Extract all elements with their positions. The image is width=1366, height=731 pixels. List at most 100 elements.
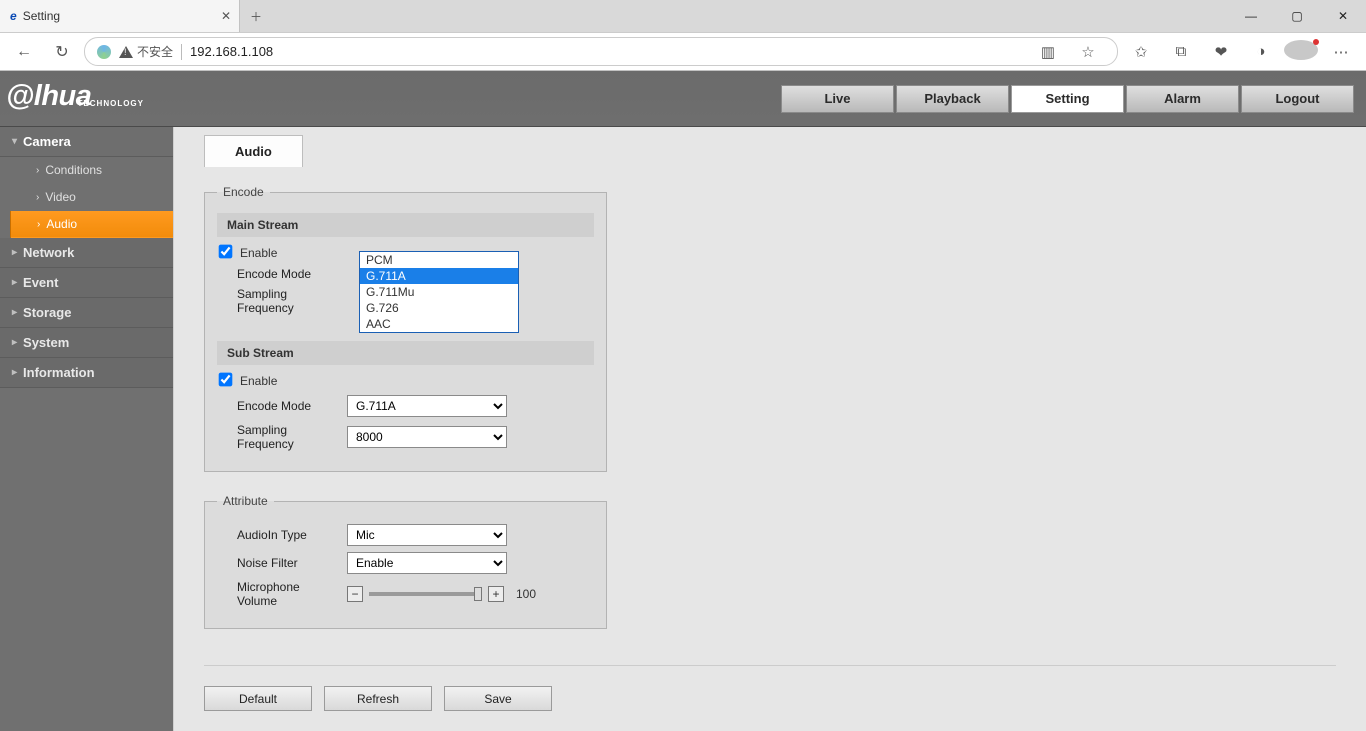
save-button[interactable]: Save (444, 686, 552, 711)
extensions-icon[interactable]: ◑ (1244, 43, 1278, 60)
chevron-down-icon: ▾ (12, 136, 17, 147)
content-area: Audio Encode Main Stream Enable Encode M… (173, 127, 1366, 731)
sidebar-group-information[interactable]: ▸ Information (0, 358, 173, 388)
new-tab-button[interactable]: ＋ (240, 0, 272, 32)
audio-settings: Encode Main Stream Enable Encode Mode PC… (174, 167, 1366, 661)
page-tab-audio[interactable]: Audio (204, 135, 303, 167)
page-tabs: Audio (174, 127, 1366, 167)
window-close[interactable]: ✕ (1320, 0, 1366, 32)
sidebar-label: System (23, 335, 69, 350)
sidebar-item-conditions[interactable]: › Conditions (10, 157, 173, 184)
brand-logo: @lhuaTECHNOLOGY (6, 80, 146, 118)
chevron-right-icon: ▸ (12, 247, 17, 258)
sidebar-label: Camera (23, 134, 71, 149)
encode-option-aac[interactable]: AAC (360, 316, 518, 332)
sidebar: ▾ Camera › Conditions › Video › Audio ▸ … (0, 127, 173, 731)
default-button[interactable]: Default (204, 686, 312, 711)
main-sampling-label: Sampling Frequency (217, 287, 339, 315)
nav-back-icon[interactable]: ← (8, 43, 40, 61)
main-stream-header: Main Stream (217, 213, 594, 237)
sidebar-group-camera[interactable]: ▾ Camera (0, 127, 173, 157)
mic-volume-control: − + 100 (347, 586, 536, 602)
chevron-right-icon: ▸ (12, 367, 17, 378)
more-icon[interactable]: ⋯ (1324, 43, 1358, 61)
tab-close-icon[interactable]: ✕ (221, 9, 231, 23)
nav-playback[interactable]: Playback (896, 85, 1009, 113)
not-secure-indicator: 不安全 (119, 43, 173, 60)
chevron-right-icon: ▸ (12, 277, 17, 288)
encode-option-pcm[interactable]: PCM (360, 252, 518, 268)
chevron-right-icon: › (36, 192, 39, 203)
main-encode-mode-label: Encode Mode (217, 267, 339, 281)
noise-filter-label: Noise Filter (217, 556, 339, 570)
sidebar-item-video[interactable]: › Video (10, 184, 173, 211)
encode-option-g726[interactable]: G.726 (360, 300, 518, 316)
sidebar-label: Storage (23, 305, 71, 320)
nav-setting[interactable]: Setting (1011, 85, 1124, 113)
sidebar-item-label: Video (45, 190, 75, 204)
volume-decrease-button[interactable]: − (347, 586, 363, 602)
nav-refresh-icon[interactable]: ↻ (46, 42, 78, 62)
encode-legend: Encode (217, 185, 270, 199)
warning-icon (119, 46, 133, 58)
volume-value: 100 (516, 587, 536, 601)
volume-thumb[interactable] (474, 587, 482, 601)
brand-logo-text: @lhuaTECHNOLOGY (6, 80, 146, 118)
audioin-type-select[interactable]: Mic (347, 524, 507, 546)
reading-mode-icon[interactable]: ▥ (1031, 43, 1065, 61)
collections-icon[interactable]: ⧉ (1164, 43, 1198, 60)
sidebar-item-label: Conditions (45, 163, 102, 177)
app-body: ▾ Camera › Conditions › Video › Audio ▸ … (0, 127, 1366, 731)
separator (204, 665, 1336, 666)
not-secure-label: 不安全 (137, 43, 173, 60)
chevron-right-icon: › (36, 165, 39, 176)
sub-encode-mode-label: Encode Mode (217, 399, 339, 413)
window-minimize[interactable]: — (1228, 0, 1274, 32)
sidebar-group-storage[interactable]: ▸ Storage (0, 298, 173, 328)
sub-encode-mode-select[interactable]: G.711A (347, 395, 507, 417)
enable-label: Enable (240, 246, 277, 260)
refresh-button[interactable]: Refresh (324, 686, 432, 711)
separator (181, 44, 182, 60)
sub-enable-checkbox[interactable] (219, 373, 232, 389)
encode-fieldset: Encode Main Stream Enable Encode Mode PC… (204, 185, 607, 472)
address-input[interactable]: 不安全 192.168.1.108 ▥ ☆ (84, 37, 1118, 66)
sidebar-group-network[interactable]: ▸ Network (0, 238, 173, 268)
enable-label: Enable (240, 374, 277, 388)
main-enable-checkbox[interactable] (219, 245, 232, 261)
site-globe-icon (97, 45, 111, 59)
favorite-icon[interactable]: ☆ (1071, 43, 1105, 61)
browser-address-bar: ← ↻ 不安全 192.168.1.108 ▥ ☆ ✩ ⧉ ❤ ◑ ⋯ (0, 32, 1366, 71)
noise-filter-select[interactable]: Enable (347, 552, 507, 574)
sub-sampling-select[interactable]: 8000 (347, 426, 507, 448)
chevron-right-icon: ▸ (12, 337, 17, 348)
favorites-bar-icon[interactable]: ✩ (1124, 43, 1158, 61)
encode-option-g711mu[interactable]: G.711Mu (360, 284, 518, 300)
mic-volume-label: Microphone Volume (217, 580, 339, 608)
sidebar-label: Network (23, 245, 74, 260)
profile-avatar[interactable] (1284, 40, 1318, 64)
attribute-legend: Attribute (217, 494, 274, 508)
sidebar-item-audio[interactable]: › Audio (10, 211, 173, 238)
window-controls: — ▢ ✕ (1228, 0, 1366, 32)
main-encode-mode-dropdown-open[interactable]: PCM G.711A G.711Mu G.726 AAC (359, 251, 519, 333)
nav-alarm[interactable]: Alarm (1126, 85, 1239, 113)
browser-tab[interactable]: e Setting ✕ (0, 0, 240, 32)
nav-live[interactable]: Live (781, 85, 894, 113)
window-maximize[interactable]: ▢ (1274, 0, 1320, 32)
action-buttons: Default Refresh Save (174, 682, 1366, 731)
volume-slider[interactable] (369, 592, 482, 596)
toolbar-icons: ✩ ⧉ ❤ ◑ ⋯ (1124, 40, 1358, 64)
nav-logout[interactable]: Logout (1241, 85, 1354, 113)
address-bar-icons: ▥ ☆ (1031, 43, 1105, 61)
sidebar-group-event[interactable]: ▸ Event (0, 268, 173, 298)
app-header: @lhuaTECHNOLOGY Live Playback Setting Al… (0, 71, 1366, 127)
sidebar-group-system[interactable]: ▸ System (0, 328, 173, 358)
encode-option-g711a[interactable]: G.711A (360, 268, 518, 284)
health-icon[interactable]: ❤ (1204, 43, 1238, 61)
chevron-right-icon: › (37, 219, 40, 230)
tab-title: Setting (23, 9, 60, 23)
volume-increase-button[interactable]: + (488, 586, 504, 602)
top-navigation: Live Playback Setting Alarm Logout (781, 85, 1354, 113)
sidebar-item-label: Audio (46, 217, 77, 231)
